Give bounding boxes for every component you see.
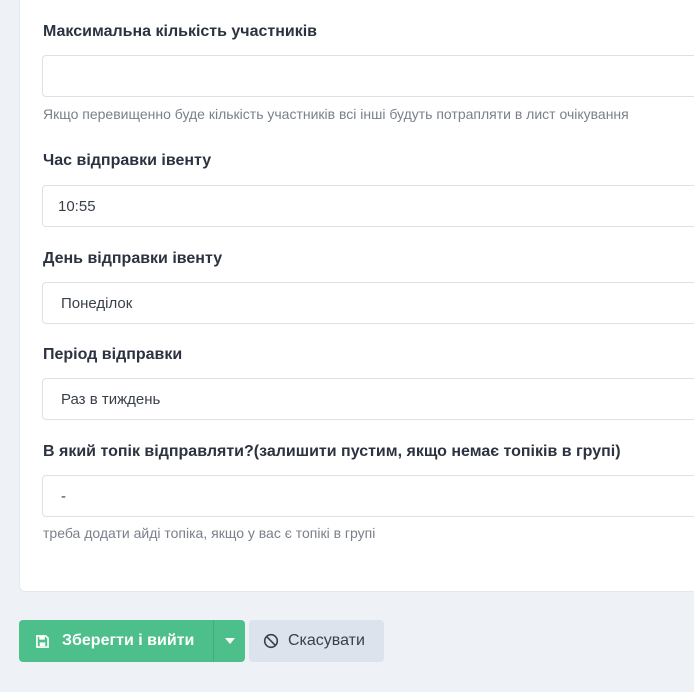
topic-value: - — [61, 487, 66, 505]
caret-down-icon — [224, 638, 235, 644]
save-options-dropdown-button[interactable] — [214, 620, 245, 662]
topic-help: треба додати айді топіка, якщо у вас є т… — [43, 525, 376, 541]
send-period-label: Період відправки — [43, 346, 183, 363]
send-period-select[interactable]: Раз в тиждень — [42, 378, 694, 420]
save-and-exit-label: Зберегти і вийти — [62, 632, 195, 649]
save-and-exit-button[interactable]: Зберегти і вийти — [19, 620, 213, 662]
topic-label: В який топік відправляти?(залишити пусти… — [43, 443, 621, 460]
cancel-label: Скасувати — [288, 632, 365, 649]
max-participants-help: Якщо перевищенно буде кількість участник… — [43, 106, 629, 122]
max-participants-label: Максимальна кількість участників — [43, 23, 318, 40]
send-time-label: Час відправки івенту — [43, 152, 212, 169]
send-day-label: День відправки івенту — [43, 250, 223, 267]
floppy-disk-icon — [36, 634, 49, 648]
cancel-button[interactable]: Скасувати — [249, 620, 384, 662]
ban-icon — [263, 633, 279, 649]
send-period-value: Раз в тиждень — [61, 390, 161, 408]
save-button-group: Зберегти і вийти — [19, 620, 245, 662]
send-time-input[interactable] — [42, 185, 694, 227]
max-participants-input[interactable] — [42, 55, 694, 97]
send-day-value: Понеділок — [61, 294, 133, 312]
topic-select[interactable]: - — [42, 475, 694, 517]
send-day-select[interactable]: Понеділок — [42, 282, 694, 324]
